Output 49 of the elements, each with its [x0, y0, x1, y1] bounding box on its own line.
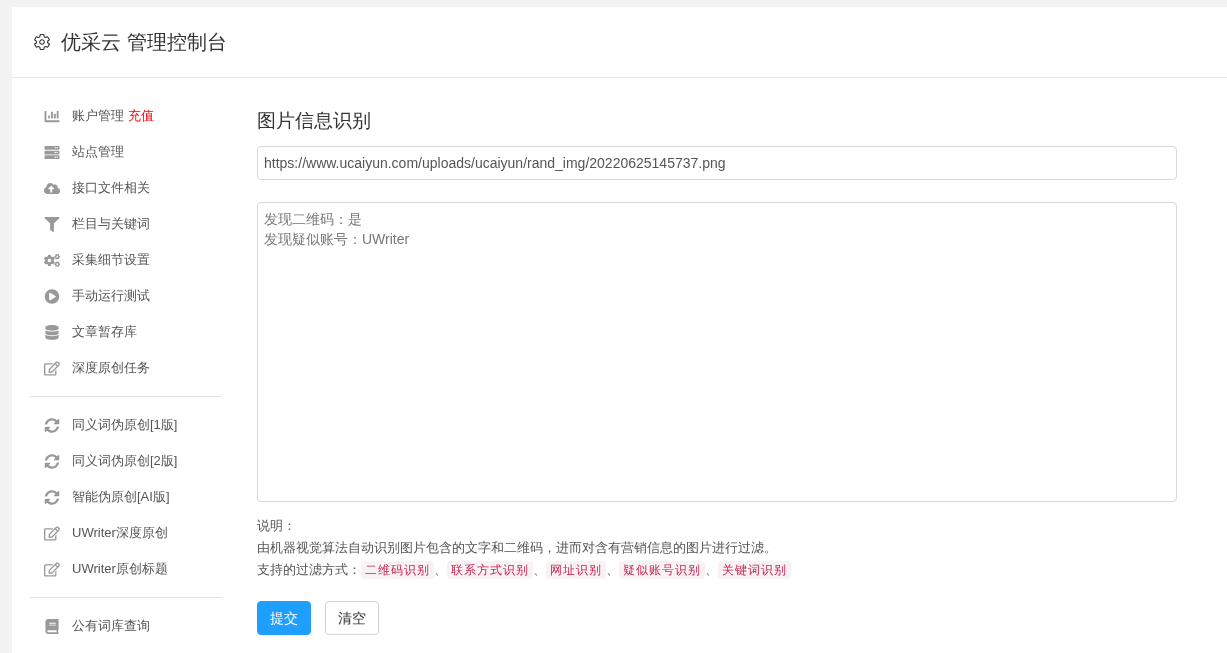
sidebar-item[interactable]: 公有词库查询 [72, 616, 150, 636]
bar-chart-icon [44, 108, 60, 124]
sidebar-item[interactable]: 同义词伪原创[2版] [72, 451, 178, 471]
play-icon [44, 288, 60, 304]
gears-icon [44, 252, 60, 268]
recharge-link[interactable]: 充值 [128, 106, 154, 126]
sidebar-item[interactable]: 深度原创任务 [72, 358, 150, 378]
notes-heading: 说明： [257, 517, 297, 535]
separator: 、 [533, 561, 546, 579]
settings-icon [33, 33, 51, 51]
sidebar-item[interactable]: 同义词伪原创[1版] [72, 415, 178, 435]
filter-tag: 关键词识别 [718, 561, 791, 579]
book-icon [44, 618, 60, 634]
page-heading: 图片信息识别 [257, 109, 372, 133]
result-text-area[interactable]: 发现二维码：是 发现疑似账号：UWriter [257, 202, 1177, 502]
sidebar-item[interactable]: 账户管理 [72, 106, 124, 126]
sidebar-item[interactable]: 手动运行测试 [72, 286, 150, 306]
result-line: 发现二维码：是 [264, 210, 362, 229]
sync-icon [44, 453, 60, 469]
filter-tag: 联系方式识别 [447, 561, 533, 579]
edit-icon [44, 360, 60, 376]
url-input-field[interactable]: https://www.ucaiyun.com/uploads/ucaiyun/rand_img/20220625145737.png [257, 146, 1177, 180]
console-title: 优采云 管理控制台 [61, 30, 227, 55]
sidebar-item[interactable]: 采集细节设置 [72, 250, 150, 270]
sidebar-item[interactable]: 智能伪原创[AI版] [72, 487, 170, 507]
edit-icon [44, 561, 60, 577]
filter-icon [44, 216, 60, 232]
filter-tag: 疑似账号识别 [619, 561, 705, 579]
server-icon [44, 144, 60, 160]
sync-icon [44, 489, 60, 505]
notes-description: 由机器视觉算法自动识别图片包含的文字和二维码，进而对含有营销信息的图片进行过滤。 [257, 539, 778, 557]
separator: 、 [705, 561, 718, 579]
filter-tag: 二维码识别 [361, 561, 434, 579]
database-icon [44, 324, 60, 340]
sidebar-item[interactable]: UWriter深度原创 [72, 523, 168, 543]
result-line: 发现疑似账号：UWriter [264, 230, 410, 249]
clear-button[interactable]: 清空 [325, 601, 379, 635]
edit-icon [44, 525, 60, 541]
filter-tag: 网址识别 [546, 561, 606, 579]
sidebar-item[interactable]: 文章暂存库 [72, 322, 137, 342]
sidebar-item[interactable]: 站点管理 [72, 142, 124, 162]
sidebar-item[interactable]: UWriter原创标题 [72, 559, 168, 579]
sidebar-item[interactable]: 接口文件相关 [72, 178, 150, 198]
sync-icon [44, 417, 60, 433]
separator: 、 [434, 561, 447, 579]
filters-label: 支持的过滤方式： [257, 561, 361, 579]
cloud-upload-icon [44, 180, 60, 196]
separator: 、 [606, 561, 619, 579]
sidebar-item[interactable]: 栏目与关键词 [72, 214, 150, 234]
